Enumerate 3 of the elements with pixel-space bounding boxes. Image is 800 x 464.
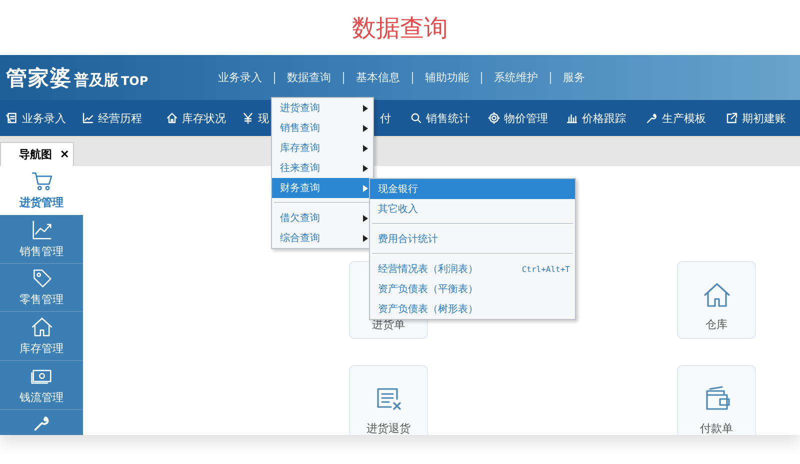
page-title: 数据查询 bbox=[352, 12, 448, 44]
logo: 管家婆 普及版TOP bbox=[5, 64, 150, 92]
shortcut-label: Ctrl+Alt+T bbox=[522, 264, 570, 274]
